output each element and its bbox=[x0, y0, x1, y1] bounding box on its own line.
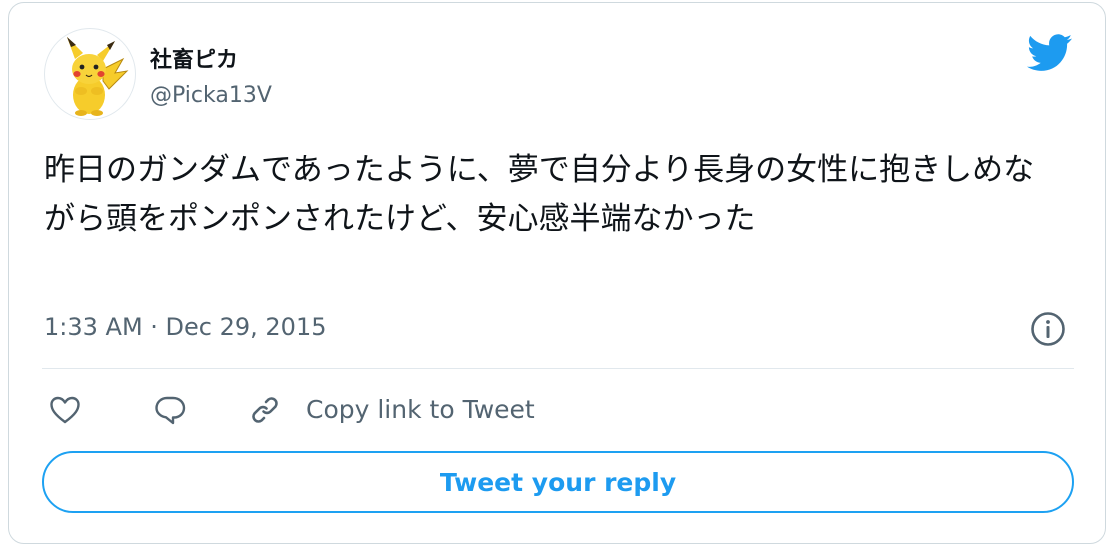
divider bbox=[42, 368, 1074, 369]
tweet-timestamp[interactable]: 1:33 AM · Dec 29, 2015 bbox=[44, 313, 326, 341]
copy-link-label[interactable]: Copy link to Tweet bbox=[306, 395, 535, 424]
pikachu-avatar-image bbox=[67, 37, 129, 116]
tweet-text: 昨日のガンダムであったように、夢で自分より長身の女性に抱きしめながら頭をポンポン… bbox=[44, 152, 1035, 237]
author-handle[interactable]: @Picka13V bbox=[150, 83, 272, 108]
twitter-bird-icon[interactable] bbox=[1027, 34, 1073, 72]
avatar[interactable] bbox=[44, 28, 136, 120]
tweet-reply-button-label: Tweet your reply bbox=[439, 467, 677, 497]
tweet-reply-button[interactable]: Tweet your reply bbox=[42, 451, 1074, 513]
speech-bubble-icon[interactable] bbox=[153, 393, 187, 427]
chain-link-icon[interactable] bbox=[248, 393, 282, 427]
author-display-name[interactable]: 社畜ピカ bbox=[150, 42, 238, 74]
heart-icon[interactable] bbox=[48, 393, 82, 427]
info-icon[interactable] bbox=[1030, 311, 1066, 347]
